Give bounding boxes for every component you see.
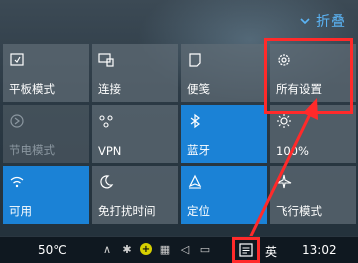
gear-icon (278, 54, 290, 66)
tile-airplane-mode[interactable]: 飞行模式 (270, 166, 356, 224)
wifi-icon (10, 176, 24, 188)
taskbar: 50℃ ∧ ✱ + ▦ ◁ ▭ 英 13:02 (0, 236, 358, 263)
tile-vpn[interactable]: VPN (92, 105, 178, 163)
plus-app-icon[interactable]: + (140, 243, 152, 255)
tile-quiet-hours[interactable]: 免打扰时间 (92, 166, 178, 224)
note-icon (189, 53, 201, 67)
network-icon[interactable]: ▦ (158, 242, 172, 256)
tile-label: 飞行模式 (276, 204, 322, 218)
system-tray-icons: ∧ ✱ + ▦ ◁ ▭ (100, 242, 212, 256)
location-icon (188, 174, 202, 189)
tile-bluetooth[interactable]: 蓝牙 (181, 105, 267, 163)
tablet-mode-icon (10, 53, 24, 66)
tile-location[interactable]: 定位 (181, 166, 267, 224)
action-center-icon (239, 243, 253, 257)
tile-all-settings[interactable]: 所有设置 (270, 44, 356, 102)
clock[interactable]: 13:02 (302, 243, 337, 257)
tile-note[interactable]: 便笺 (181, 44, 267, 102)
brightness-icon (277, 114, 291, 128)
tile-connect[interactable]: 连接 (92, 44, 178, 102)
quick-actions-grid: 平板模式 连接 便笺 所有设置 节电模式 VPN 蓝牙 100% 可用 免打扰时… (3, 44, 358, 224)
tile-label: VPN (98, 144, 122, 158)
tile-label: 蓝牙 (187, 143, 210, 157)
battery-saver-icon (10, 114, 24, 128)
moon-icon (100, 175, 114, 189)
collapse-label: 折叠 (316, 14, 346, 30)
tile-battery-saver[interactable]: 节电模式 (3, 105, 89, 163)
chevron-up-icon[interactable]: ∧ (100, 242, 114, 256)
vpn-icon (99, 115, 113, 128)
tile-label: 可用 (9, 204, 32, 218)
chevron-down-icon (300, 18, 310, 24)
tile-label: 节电模式 (9, 143, 55, 157)
tile-label: 所有设置 (276, 82, 322, 96)
collapse-button[interactable]: 折叠 (300, 11, 346, 31)
action-center-button[interactable] (232, 237, 260, 263)
tile-tablet-mode[interactable]: 平板模式 (3, 44, 89, 102)
tile-wifi[interactable]: 可用 (3, 166, 89, 224)
tile-label: 连接 (98, 82, 121, 96)
temperature-readout: 50℃ (38, 243, 67, 257)
tile-label: 便笺 (187, 82, 210, 96)
bluetooth-tray-icon[interactable]: ✱ (120, 242, 134, 256)
tile-brightness[interactable]: 100% (270, 105, 356, 163)
tile-label: 免打扰时间 (98, 204, 156, 218)
connect-icon (98, 53, 114, 67)
airplane-icon (276, 174, 292, 189)
volume-icon[interactable]: ◁ (178, 242, 192, 256)
tile-label: 100% (276, 144, 309, 158)
tile-label: 定位 (187, 204, 210, 218)
display-icon[interactable]: ▭ (198, 242, 212, 256)
bluetooth-icon (190, 113, 200, 129)
tile-label: 平板模式 (9, 82, 55, 96)
input-language[interactable]: 英 (265, 243, 277, 260)
